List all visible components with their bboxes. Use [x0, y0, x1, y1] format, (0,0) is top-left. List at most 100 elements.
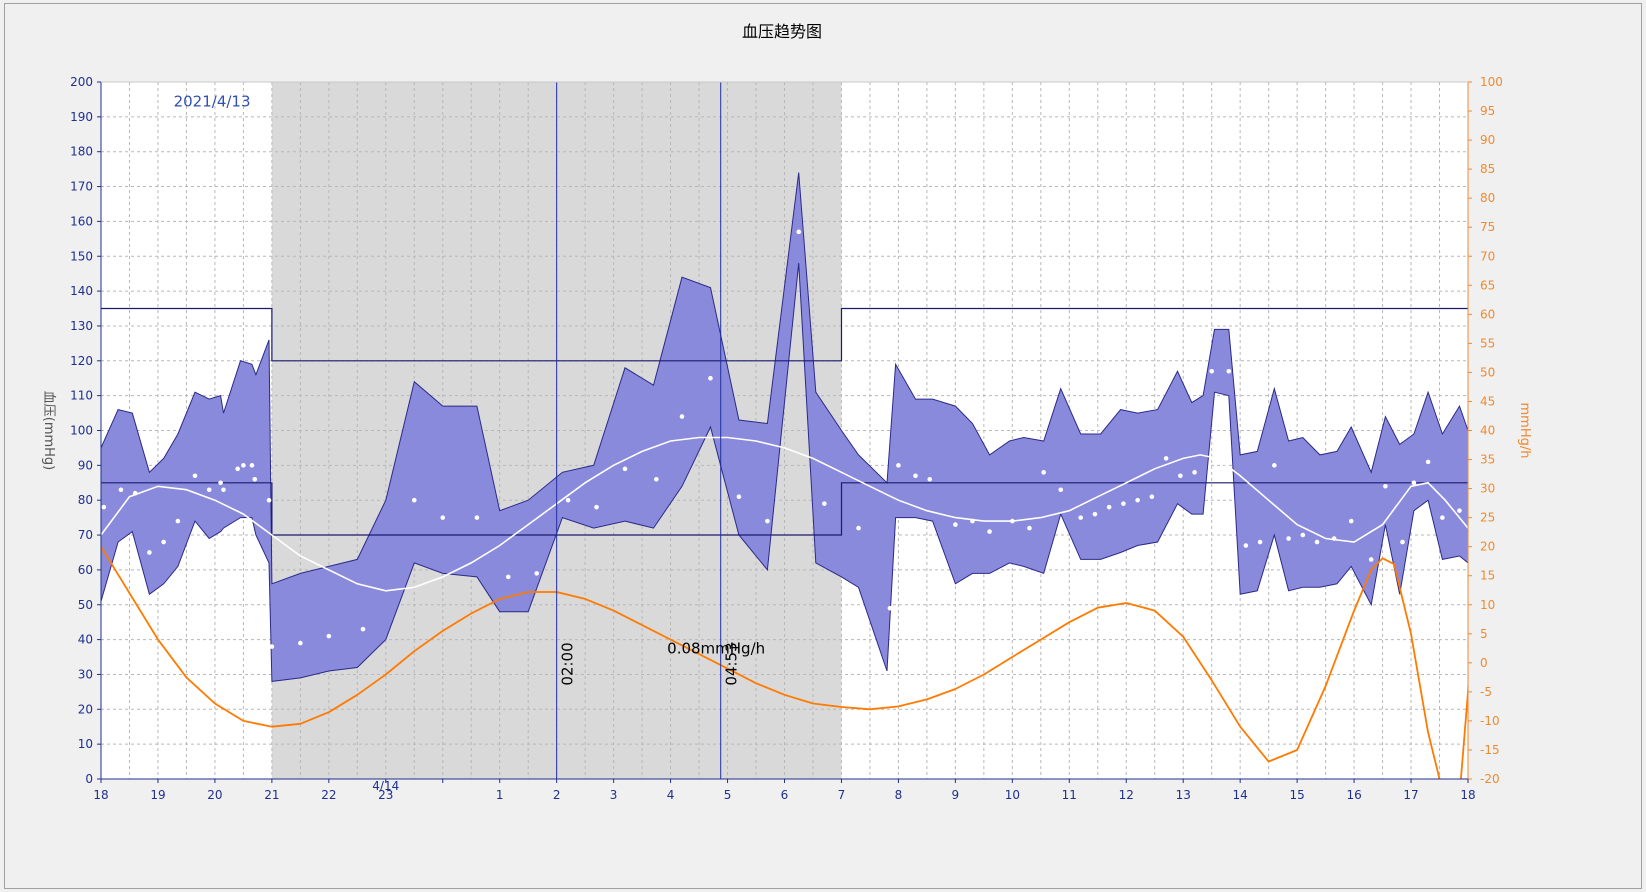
chart-title: 血压趋势图	[742, 22, 822, 41]
y2-tick-label: 100	[1480, 75, 1503, 89]
y2-tick-label: 80	[1480, 191, 1495, 205]
mean-pressure-point	[822, 501, 827, 506]
mean-pressure-point	[1027, 525, 1032, 531]
mean-pressure-point	[765, 518, 770, 524]
y2-tick-label: 45	[1480, 394, 1495, 408]
x-tick-label: 6	[781, 788, 789, 802]
mean-pressure-point	[221, 487, 226, 493]
y2-tick-label: 35	[1480, 453, 1495, 467]
x-tick-label: 15	[1289, 788, 1304, 802]
mean-pressure-point	[565, 497, 571, 503]
mean-pressure-point	[266, 497, 272, 503]
y-tick-label: 150	[70, 249, 93, 263]
mean-pressure-point	[206, 487, 212, 493]
mean-pressure-point	[1368, 557, 1374, 562]
mean-pressure-point	[1149, 494, 1155, 500]
y-tick-label: 30	[78, 667, 93, 681]
mean-pressure-point	[1300, 532, 1306, 538]
x-tick-label: 7	[838, 788, 846, 802]
y2-tick-label: 5	[1480, 627, 1488, 641]
y-tick-label: 140	[70, 284, 93, 298]
y2-tick-label: -15	[1480, 743, 1500, 757]
y-tick-label: 70	[78, 528, 93, 542]
y2-tick-label: -10	[1480, 714, 1500, 728]
rate-annotation: 0.08mmHg/h	[667, 640, 765, 658]
y2-tick-label: 20	[1480, 540, 1495, 554]
x-tick-label: 1	[496, 788, 504, 802]
y2-tick-label: 15	[1480, 569, 1495, 583]
mean-pressure-point	[1314, 539, 1320, 545]
mean-pressure-point	[1178, 473, 1183, 479]
mean-pressure-point	[118, 487, 124, 493]
mean-pressure-point	[235, 466, 240, 472]
mean-pressure-point	[708, 375, 713, 381]
mean-pressure-point	[161, 539, 166, 545]
y-tick-label: 60	[78, 563, 93, 577]
mean-pressure-point	[953, 522, 958, 527]
y2-tick-label: 75	[1480, 220, 1495, 234]
mean-pressure-point	[218, 480, 223, 486]
mean-pressure-point	[1411, 480, 1417, 486]
mean-pressure-point	[896, 463, 901, 468]
x-tick-label: 13	[1176, 788, 1191, 802]
x-tick-label: 20	[207, 788, 222, 802]
y-tick-label: 120	[70, 354, 93, 368]
y2-tick-label: 40	[1480, 424, 1495, 438]
time-marker-label: 02:00	[559, 642, 577, 685]
mean-pressure-point	[241, 463, 246, 468]
mean-pressure-point	[411, 497, 417, 503]
mean-pressure-point	[101, 504, 107, 510]
y-tick-label: 10	[78, 737, 93, 751]
x-tick-label: 3	[610, 788, 618, 802]
y-tick-label: 80	[78, 493, 93, 507]
y2-tick-label: 50	[1480, 365, 1495, 379]
mean-pressure-point	[249, 463, 255, 468]
mean-pressure-point	[534, 571, 540, 576]
x-tick-label: 17	[1403, 788, 1418, 802]
y2-tick-label: 60	[1480, 307, 1495, 321]
x-tick-label: 21	[264, 788, 279, 802]
y-tick-label: 100	[70, 424, 93, 438]
mean-pressure-point	[856, 525, 861, 531]
mean-pressure-point	[913, 473, 918, 479]
y2-tick-label: 95	[1480, 104, 1495, 118]
mean-pressure-point	[1425, 459, 1431, 465]
x-tick-label: 22	[321, 788, 336, 802]
bp-trend-chart: 血压趋势图 02:00 04:530.08mmHg/h2021/4/1301020…	[41, 22, 1532, 802]
x-tick-label: 4	[667, 788, 675, 802]
mean-pressure-point	[654, 476, 659, 482]
mean-pressure-point	[1058, 487, 1064, 493]
mean-pressure-point	[1383, 483, 1388, 489]
mean-pressure-point	[736, 494, 742, 500]
y-tick-label: 50	[78, 598, 93, 612]
mean-pressure-point	[147, 550, 152, 555]
mean-pressure-point	[679, 414, 685, 419]
mean-pressure-point	[1486, 501, 1491, 506]
mean-pressure-point	[796, 229, 802, 235]
y-tick-label: 20	[78, 702, 93, 716]
date-label: 2021/4/13	[174, 92, 251, 110]
y-tick-label: 110	[70, 389, 93, 403]
x-tick-label: 4/14	[372, 779, 399, 793]
y2-tick-label: 65	[1480, 278, 1495, 292]
y-tick-label: 130	[70, 319, 93, 333]
x-tick-label: 18	[93, 788, 108, 802]
y2-tick-label: -20	[1480, 772, 1500, 786]
mean-pressure-point	[1272, 463, 1277, 468]
mean-pressure-point	[360, 626, 366, 632]
y-tick-label: 40	[78, 633, 93, 647]
mean-pressure-point	[1092, 511, 1098, 517]
y-tick-label: 0	[85, 772, 93, 786]
mean-pressure-point	[1243, 543, 1249, 548]
mean-pressure-point	[1471, 501, 1476, 506]
x-tick-label: 9	[952, 788, 960, 802]
mean-pressure-point	[622, 466, 628, 472]
x-tick-label: 10	[1005, 788, 1020, 802]
x-tick-label: 12	[1119, 788, 1134, 802]
mean-pressure-point	[1078, 515, 1083, 520]
y2-tick-label: 55	[1480, 336, 1495, 350]
mean-pressure-point	[269, 644, 275, 649]
y2-tick-label: 30	[1480, 482, 1495, 496]
mean-pressure-point	[1041, 470, 1046, 475]
mean-pressure-point	[1286, 536, 1291, 541]
